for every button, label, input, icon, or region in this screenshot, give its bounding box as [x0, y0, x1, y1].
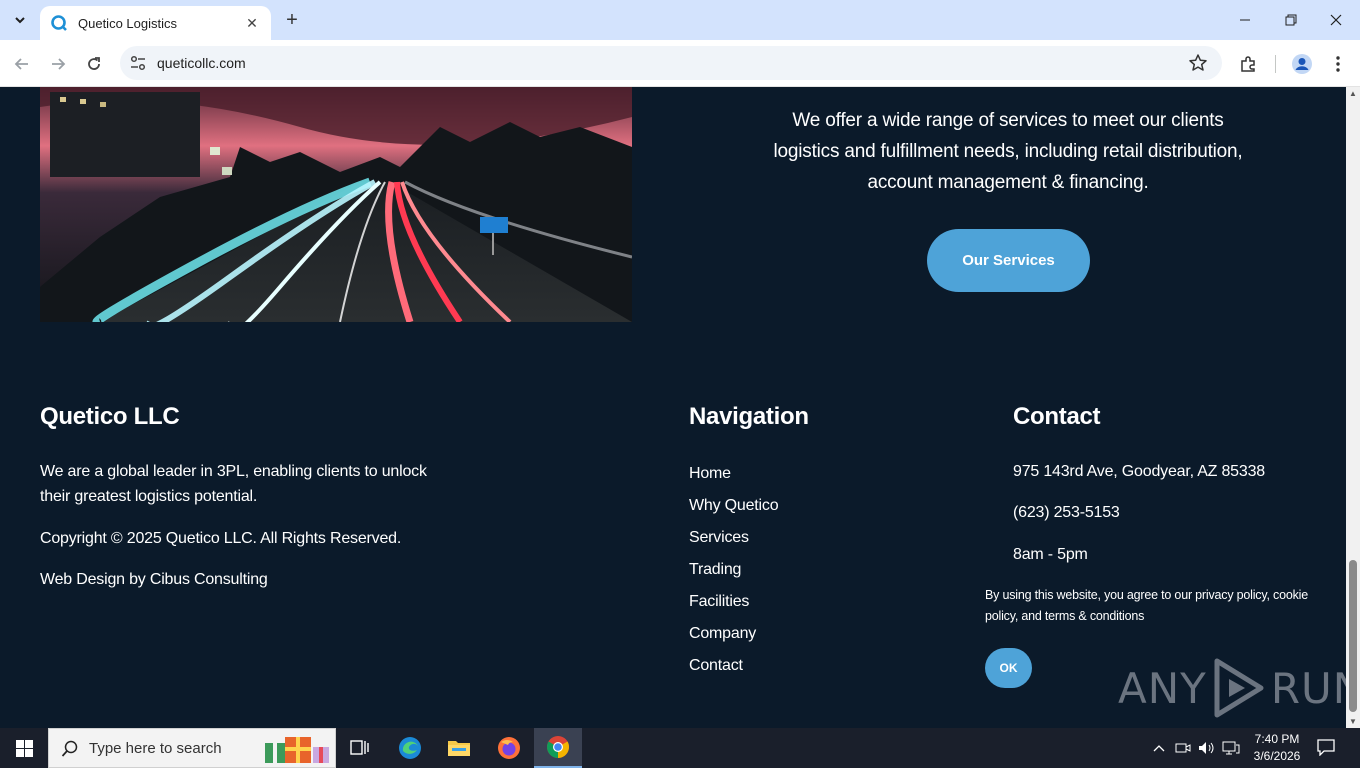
gift-boxes-decoration-icon	[265, 737, 329, 763]
watermark-left-text: ANY	[1118, 663, 1207, 713]
services-description: We offer a wide range of services to mee…	[773, 110, 1243, 193]
taskbar-search-box[interactable]: Type here to search	[48, 728, 336, 768]
scroll-up-arrow-icon[interactable]: ▲	[1349, 89, 1357, 98]
footer-nav-home-link[interactable]: Home	[689, 462, 778, 494]
new-tab-plus-icon[interactable]: +	[281, 9, 303, 31]
page-scrollbar[interactable]: ▲ ▼	[1346, 87, 1360, 728]
footer-navigation-heading: Navigation	[689, 403, 809, 430]
search-magnifier-icon	[61, 740, 78, 757]
back-arrow-icon[interactable]	[9, 51, 35, 77]
contact-phone[interactable]: (623) 253-5153	[1013, 500, 1120, 525]
tab-close-icon[interactable]: ✕	[243, 15, 261, 32]
toolbar-separator	[1275, 55, 1276, 73]
tab-search-chevron-down-icon[interactable]	[8, 8, 32, 32]
copyright-text: Copyright © 2025 Quetico LLC. All Rights…	[40, 530, 402, 547]
bookmark-star-icon[interactable]	[1188, 53, 1208, 73]
anyrun-watermark: ANY RUN	[1118, 655, 1346, 721]
show-hidden-icons-chevron-up-icon[interactable]	[1149, 738, 1169, 758]
scroll-down-arrow-icon[interactable]: ▼	[1349, 717, 1357, 726]
firefox-browser-icon[interactable]	[485, 728, 533, 768]
scrollbar-thumb[interactable]	[1349, 560, 1357, 712]
footer-nav-list: Home Why Quetico Services Trading Facili…	[689, 462, 779, 686]
volume-speaker-icon[interactable]	[1197, 738, 1217, 758]
footer-nav-why-quetico-link[interactable]: Why Quetico	[689, 494, 779, 526]
browser-tab-strip: Quetico Logistics ✕ +	[0, 0, 1360, 40]
contact-hours: 8am - 5pm	[1013, 546, 1088, 563]
minimize-icon[interactable]	[1233, 8, 1257, 32]
clock-time: 7:40 PM	[1254, 732, 1300, 746]
meet-now-camera-icon[interactable]	[1173, 738, 1193, 758]
url-text: queticollc.com	[157, 55, 246, 71]
taskbar-clock[interactable]: 7:40 PM 3/6/2026	[1240, 731, 1314, 765]
extensions-puzzle-icon[interactable]	[1236, 52, 1260, 76]
more-menu-kebab-icon[interactable]	[1326, 52, 1350, 76]
edge-browser-icon[interactable]	[386, 728, 434, 768]
footer-nav-trading-link[interactable]: Trading	[689, 558, 778, 590]
footer-nav-company-link[interactable]: Company	[689, 622, 778, 654]
footer-nav-contact-link[interactable]: Contact	[689, 654, 778, 686]
browser-tab-active[interactable]: Quetico Logistics ✕	[40, 6, 271, 40]
search-placeholder: Type here to search	[89, 740, 222, 757]
footer-nav-facilities-link[interactable]: Facilities	[689, 590, 778, 622]
network-monitor-icon[interactable]	[1221, 738, 1241, 758]
profile-avatar-icon[interactable]	[1290, 52, 1314, 76]
web-design-credit-link[interactable]: Web Design by Cibus Consulting	[40, 567, 268, 592]
address-bar[interactable]: queticollc.com	[120, 46, 1222, 80]
file-explorer-folder-icon[interactable]	[435, 728, 483, 768]
contact-address: 975 143rd Ave, Goodyear, AZ 85338	[1013, 463, 1265, 480]
windows-taskbar: Type here to search 7:40 PM 3/6/2026	[0, 728, 1360, 768]
play-triangle-icon	[1214, 658, 1264, 718]
highway-light-trails-image	[40, 87, 632, 322]
cookie-ok-button[interactable]: OK	[985, 648, 1032, 688]
reload-icon[interactable]	[81, 51, 107, 77]
site-settings-icon[interactable]	[128, 53, 148, 73]
web-page: We offer a wide range of services to mee…	[0, 87, 1346, 728]
close-window-icon[interactable]	[1324, 8, 1348, 32]
clock-date: 3/6/2026	[1253, 749, 1301, 763]
task-view-icon[interactable]	[336, 728, 384, 768]
browser-toolbar: queticollc.com	[0, 40, 1360, 87]
forward-arrow-icon[interactable]	[45, 51, 71, 77]
restore-icon[interactable]	[1279, 8, 1303, 32]
footer-company-heading: Quetico LLC	[40, 403, 180, 430]
footer-contact-heading: Contact	[1013, 403, 1101, 430]
tab-title: Quetico Logistics	[78, 15, 177, 31]
chrome-browser-icon[interactable]	[534, 728, 582, 768]
quetico-favicon-icon	[51, 15, 67, 31]
company-tagline: We are a global leader in 3PL, enabling …	[40, 463, 427, 505]
action-center-notification-icon[interactable]	[1316, 738, 1338, 758]
watermark-right-text: RUN	[1270, 663, 1346, 713]
our-services-button[interactable]: Our Services	[927, 229, 1090, 292]
windows-start-icon[interactable]	[0, 728, 48, 768]
cookie-consent-text: By using this website, you agree to our …	[985, 588, 1308, 623]
footer-nav-services-link[interactable]: Services	[689, 526, 778, 558]
